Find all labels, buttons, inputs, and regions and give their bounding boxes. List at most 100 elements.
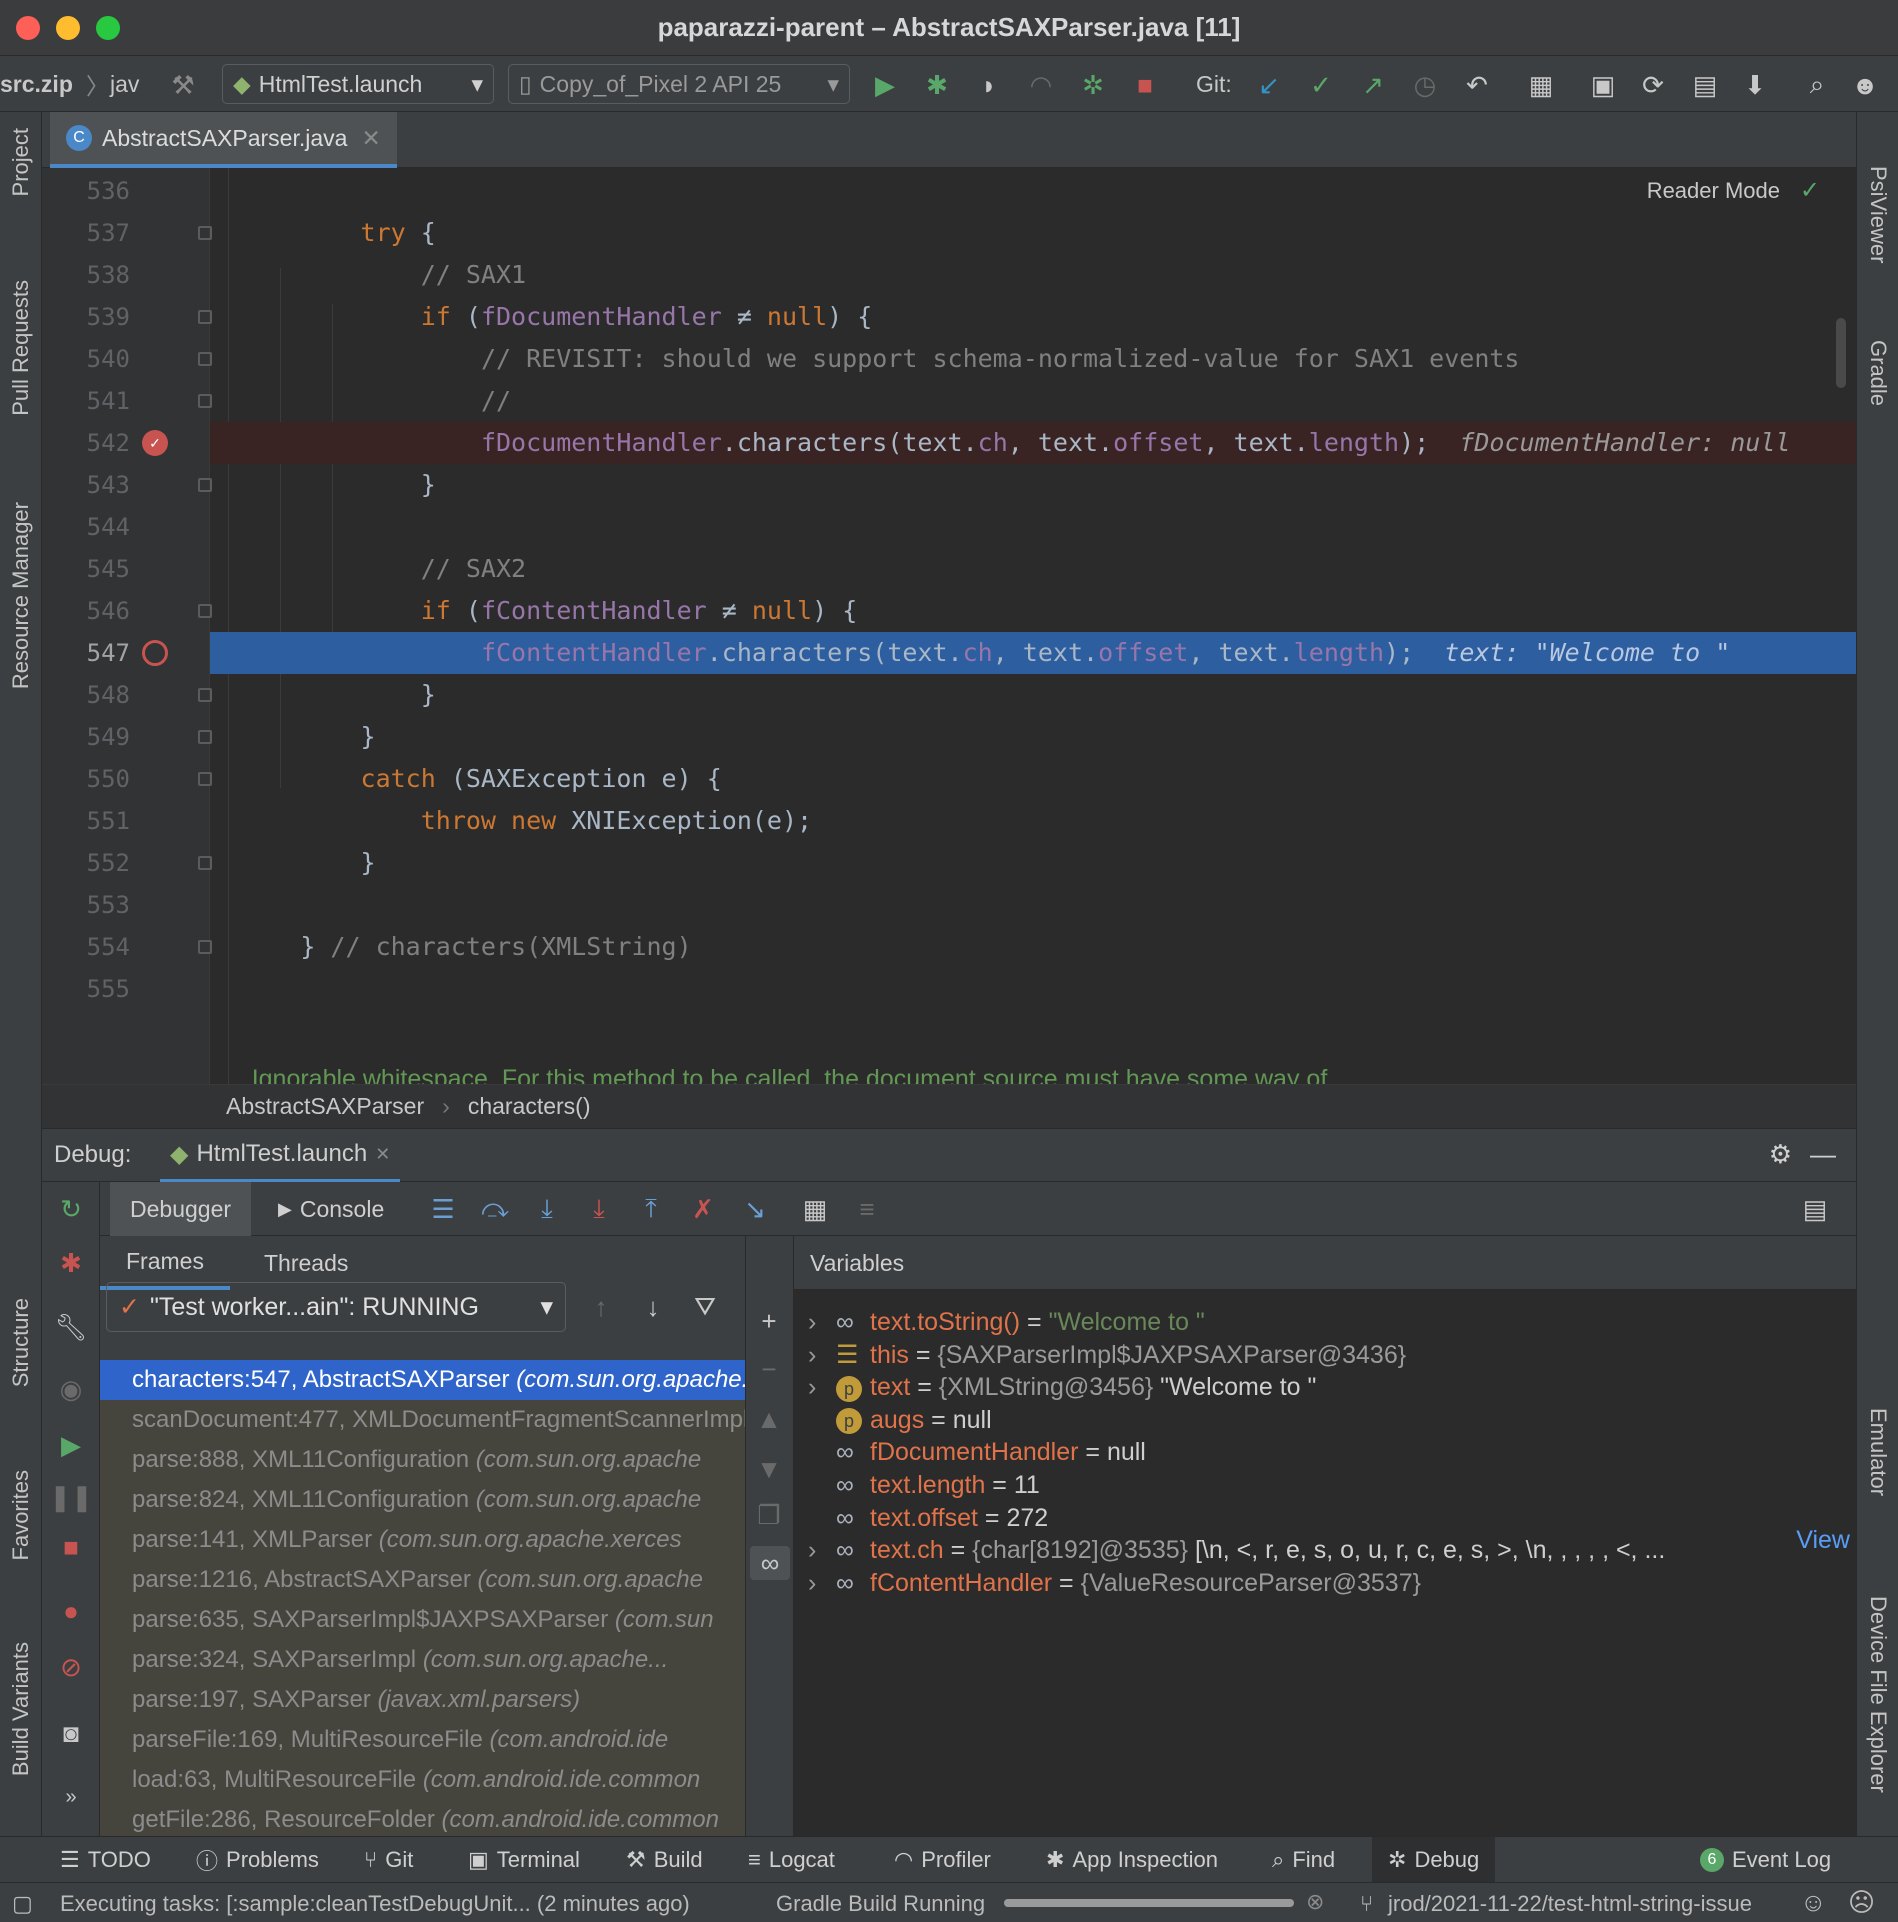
more-icon[interactable]: » [54, 1780, 88, 1814]
frame-row[interactable]: parse:324, SAXParserImpl (com.sun.org.ap… [100, 1640, 745, 1680]
minimize-panel-icon[interactable]: — [1810, 1139, 1836, 1170]
run-to-cursor-icon[interactable]: ↘ [738, 1192, 772, 1226]
profile-icon[interactable]: ◠ [1024, 68, 1058, 102]
fold-marker-icon[interactable] [198, 478, 212, 492]
debug-bug-icon[interactable]: ✱ [920, 68, 954, 102]
layout-settings-icon[interactable]: ▤ [1798, 1192, 1832, 1226]
status-task-text[interactable]: Executing tasks: [:sample:cleanTestDebug… [60, 1891, 690, 1917]
tool-debug[interactable]: ✲ Debug [1372, 1837, 1496, 1883]
filter-icon[interactable]: ⛛ [688, 1290, 722, 1324]
git-commit-icon[interactable]: ✓ [1304, 68, 1338, 102]
frame-row[interactable]: parse:888, XML11Configuration (com.sun.o… [100, 1440, 745, 1480]
project-structure-icon[interactable]: ▦ [1524, 68, 1558, 102]
line-number[interactable]: 551 [42, 800, 130, 842]
eye-icon[interactable]: ◉ [54, 1372, 88, 1406]
thread-select[interactable]: ✓ "Test worker...ain": RUNNING ▾ [106, 1282, 566, 1332]
expand-chevron-icon[interactable]: › [808, 1563, 836, 1603]
line-number[interactable]: 542 [42, 422, 130, 464]
debug-session-tab[interactable]: ◆ HtmlTest.launch ✕ [160, 1129, 401, 1183]
nav-path-java[interactable]: jav [110, 56, 139, 112]
frame-row[interactable]: parse:824, XML11Configuration (com.sun.o… [100, 1480, 745, 1520]
tab-console[interactable]: ▶ Console [278, 1182, 384, 1236]
frame-row[interactable]: parse:1216, AbstractSAXParser (com.sun.o… [100, 1560, 745, 1600]
line-number[interactable]: 541 [42, 380, 130, 422]
stop-icon[interactable]: ■ [54, 1530, 88, 1564]
frame-row[interactable]: parse:635, SAXParserImpl$JAXPSAXParser (… [100, 1600, 745, 1640]
tool-project[interactable]: Project [8, 128, 34, 196]
tool-app-inspection[interactable]: ✱ App Inspection [1046, 1837, 1218, 1883]
reader-mode-toggle[interactable]: Reader Mode [1647, 178, 1780, 204]
cancel-task-icon[interactable]: ⊗ [1306, 1889, 1324, 1915]
tool-terminal[interactable]: ▣ Terminal [468, 1837, 580, 1883]
line-number[interactable]: 547 [42, 632, 130, 674]
breakpoint-icon[interactable]: ✓ [142, 430, 168, 456]
frame-row[interactable]: parseFile:169, MultiResourceFile (com.an… [100, 1720, 745, 1760]
tab-debugger[interactable]: Debugger [110, 1182, 252, 1236]
user-avatar-icon[interactable]: ☻ [1848, 68, 1882, 102]
line-number[interactable]: 549 [42, 716, 130, 758]
drop-frame-icon[interactable]: ✗ [686, 1192, 720, 1226]
view-array-link[interactable]: View [1796, 1526, 1850, 1555]
move-watch-up-icon[interactable]: ▲ [752, 1402, 786, 1436]
sdk-manager-icon[interactable]: ⬇ [1738, 68, 1772, 102]
line-number[interactable]: 540 [42, 338, 130, 380]
nav-path-zip[interactable]: src.zip [0, 56, 73, 112]
git-update-icon[interactable]: ↙ [1252, 68, 1286, 102]
pause-icon[interactable]: ❚❚ [49, 1480, 93, 1514]
rerun-icon[interactable]: ↻ [54, 1192, 88, 1226]
fold-marker-icon[interactable] [198, 730, 212, 744]
line-number[interactable]: 552 [42, 842, 130, 884]
attach-debugger-icon[interactable]: ✲ [1076, 68, 1110, 102]
line-number[interactable]: 539 [42, 296, 130, 338]
force-step-into-icon[interactable]: ⤓ [582, 1192, 616, 1226]
coverage-icon[interactable]: ◗ [972, 68, 1006, 102]
feedback-happy-icon[interactable]: ☺ [1800, 1887, 1827, 1918]
avd-manager-icon[interactable]: ▣ [1586, 68, 1620, 102]
line-number[interactable]: 537 [42, 212, 130, 254]
inspection-ok-icon[interactable]: ✓ [1800, 176, 1820, 205]
tool-todo[interactable]: ☰ TODO [60, 1837, 151, 1883]
build-hammer-icon[interactable]: ⚒ [166, 68, 200, 102]
fold-marker-icon[interactable] [198, 226, 212, 240]
sync-gradle-icon[interactable]: ⟳ [1636, 68, 1670, 102]
fold-marker-icon[interactable] [198, 940, 212, 954]
device-manager-icon[interactable]: ▤ [1688, 68, 1722, 102]
frame-row[interactable]: parse:141, XMLParser (com.sun.org.apache… [100, 1520, 745, 1560]
mute-breakpoints-icon[interactable]: ⊘ [54, 1650, 88, 1684]
rerun-failed-icon[interactable]: ✱ [54, 1246, 88, 1280]
line-number[interactable]: 546 [42, 590, 130, 632]
fold-marker-icon[interactable] [198, 394, 212, 408]
line-number[interactable]: 544 [42, 506, 130, 548]
search-icon[interactable]: ⌕ [1800, 68, 1834, 102]
frame-up-icon[interactable]: ↑ [584, 1290, 618, 1324]
tool-event-log[interactable]: 6 Event Log [1700, 1837, 1831, 1883]
line-number[interactable]: 545 [42, 548, 130, 590]
wrench-icon[interactable]: 🔧︎ [54, 1310, 88, 1344]
tool-logcat[interactable]: ≡ Logcat [748, 1837, 835, 1883]
toggle-tool-windows-icon[interactable]: ▢ [12, 1891, 33, 1917]
variable-row[interactable]: › ∞ fContentHandler = {ValueResourceParser… [794, 1563, 1856, 1603]
tool-profiler[interactable]: ◠ Profiler [894, 1837, 991, 1883]
git-rollback-icon[interactable]: ↶ [1460, 68, 1494, 102]
line-number[interactable]: 538 [42, 254, 130, 296]
code-editor[interactable]: 5355365375385395405415425435445455465475… [42, 168, 1856, 1084]
frame-row[interactable]: parse:197, SAXParser (javax.xml.parsers) [100, 1680, 745, 1720]
stop-icon[interactable]: ■ [1128, 68, 1162, 102]
remove-watch-icon[interactable]: − [752, 1352, 786, 1386]
frame-row[interactable]: load:63, MultiResourceFile (com.android.… [100, 1760, 745, 1800]
camera-icon[interactable]: ◙ [54, 1716, 88, 1750]
git-push-icon[interactable]: ↗ [1356, 68, 1390, 102]
feedback-sad-icon[interactable]: ☹ [1848, 1887, 1875, 1918]
run-icon[interactable]: ▶ [868, 68, 902, 102]
tool-structure[interactable]: Structure [8, 1298, 34, 1387]
run-config-select[interactable]: ◆ HtmlTest.launch ▾ [222, 64, 494, 104]
breakpoint-icon[interactable] [142, 640, 168, 666]
tool-favorites[interactable]: Favorites [8, 1470, 34, 1560]
line-number[interactable]: 550 [42, 758, 130, 800]
gear-icon[interactable]: ⚙ [1769, 1139, 1792, 1170]
fold-marker-icon[interactable] [198, 604, 212, 618]
line-number[interactable]: 548 [42, 674, 130, 716]
view-breakpoints-icon[interactable]: ● [54, 1594, 88, 1628]
tool-gradle[interactable]: Gradle [1865, 340, 1891, 406]
tool-build[interactable]: ⚒ Build [626, 1837, 703, 1883]
